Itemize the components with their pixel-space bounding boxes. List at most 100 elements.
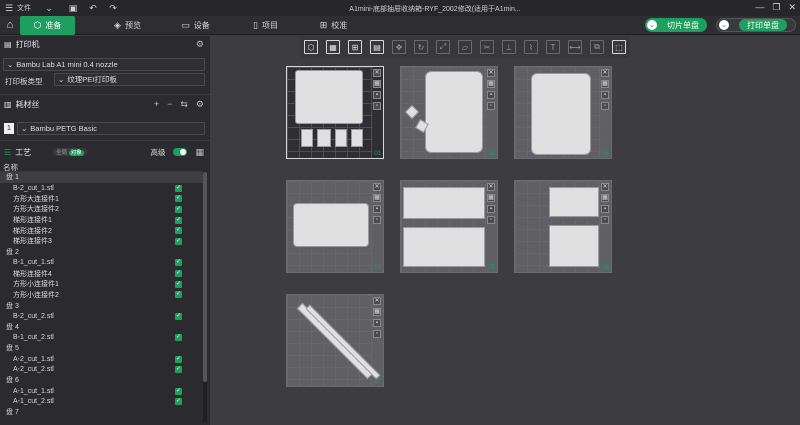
lock-icon[interactable]: ▪: [373, 91, 381, 99]
plate-7[interactable]: ✕ ▦ ▪ ▫ 07: [286, 294, 384, 387]
check-icon[interactable]: ✓: [175, 291, 182, 299]
seam-icon[interactable]: ⌇: [524, 40, 538, 54]
object-row[interactable]: 方形小连接件1 ✓: [0, 279, 203, 290]
file-menu[interactable]: 文件: [17, 3, 31, 13]
filament-select[interactable]: ⌄ Bambu PETG Basic: [17, 122, 205, 135]
object-row[interactable]: 梯形连接件2 ✓: [0, 225, 203, 236]
undo-icon[interactable]: ↶: [87, 2, 99, 14]
check-icon[interactable]: ✓: [175, 195, 182, 203]
close-icon[interactable]: ✕: [373, 183, 381, 191]
object-row[interactable]: B-2_cut_1.stl ✓: [0, 183, 203, 194]
check-icon[interactable]: ✓: [175, 398, 182, 406]
check-icon[interactable]: ✓: [175, 205, 182, 213]
printer-select[interactable]: ⌄ Bambu Lab A1 mini 0.4 nozzle: [3, 58, 205, 71]
check-icon[interactable]: ✓: [175, 237, 182, 245]
object-row[interactable]: 方形大连接件1 ✓: [0, 193, 203, 204]
check-icon[interactable]: ✓: [175, 387, 182, 395]
save-icon[interactable]: ▣: [67, 2, 79, 14]
grid-icon[interactable]: ▦: [326, 40, 340, 54]
check-icon[interactable]: ✓: [175, 312, 182, 320]
plate-type-select[interactable]: ⌄ 纹理PEI打印板: [54, 73, 205, 86]
close-icon[interactable]: ✕: [487, 69, 495, 77]
object-row[interactable]: B-2_cut_2.stl ✓: [0, 311, 203, 322]
tab-prepare[interactable]: ⬡ 准备: [20, 16, 75, 35]
plate-group-row[interactable]: 盘 7: [0, 407, 203, 418]
arrange-icon[interactable]: ⊞: [348, 40, 362, 54]
object-row[interactable]: 梯形连接件4 ✓: [0, 268, 203, 279]
tab-device[interactable]: ▭ 设备: [168, 16, 223, 35]
tree-scrollbar[interactable]: [203, 172, 207, 422]
lock-icon[interactable]: ▪: [601, 91, 609, 99]
slice-plate-button[interactable]: ⌄ 切片单盘: [645, 18, 707, 32]
plate-1[interactable]: ✕ ▦ ▪ ▫ 01: [286, 66, 384, 159]
chevron-down-icon[interactable]: ⌄: [719, 20, 729, 30]
settings-icon[interactable]: ▫: [487, 216, 495, 224]
chevron-down-icon[interactable]: ⌄: [43, 2, 55, 14]
arrange-icon[interactable]: ▦: [373, 308, 381, 316]
orient-icon[interactable]: ▤: [370, 40, 384, 54]
arrange-icon[interactable]: ▦: [601, 80, 609, 88]
add-icon[interactable]: +: [154, 99, 159, 110]
object-row[interactable]: A-2_cut_1.stl ✓: [0, 354, 203, 365]
close-icon[interactable]: ✕: [788, 2, 796, 13]
print-plate-button[interactable]: ⌄ 打印单盘: [716, 18, 796, 32]
arrange-icon[interactable]: ▦: [373, 80, 381, 88]
lock-icon[interactable]: ▪: [487, 91, 495, 99]
cut-icon[interactable]: ✂: [480, 40, 494, 54]
rotate-icon[interactable]: ↻: [414, 40, 428, 54]
object-row[interactable]: 梯形连接件3 ✓: [0, 236, 203, 247]
settings-icon[interactable]: ⚙: [196, 99, 204, 110]
plate-group-row[interactable]: 盘 6: [0, 375, 203, 386]
arrange-icon[interactable]: ▦: [487, 80, 495, 88]
check-icon[interactable]: ✓: [175, 184, 182, 192]
object-row[interactable]: 方形大连接件2 ✓: [0, 204, 203, 215]
redo-icon[interactable]: ↷: [107, 2, 119, 14]
settings-icon[interactable]: ▫: [487, 102, 495, 110]
home-icon[interactable]: ⌂: [4, 19, 16, 31]
object-row[interactable]: A-1_cut_1.stl ✓: [0, 386, 203, 397]
chevron-down-icon[interactable]: ⌄: [647, 20, 657, 30]
plate-2[interactable]: ✕ ▦ ▪ ▫ 02: [400, 66, 498, 159]
restore-icon[interactable]: ❐: [772, 2, 780, 13]
plate-4[interactable]: ✕ ▦ ▪ ▫ 04: [286, 180, 384, 273]
object-row[interactable]: B-1_cut_2.stl ✓: [0, 332, 203, 343]
check-icon[interactable]: ✓: [175, 259, 182, 267]
tab-calibration[interactable]: ⊞ 校准: [306, 16, 361, 35]
table-icon[interactable]: ▦: [195, 147, 204, 158]
settings-icon[interactable]: ▫: [373, 102, 381, 110]
plate-group-row[interactable]: 盘 3: [0, 300, 203, 311]
lock-icon[interactable]: ▪: [487, 205, 495, 213]
close-icon[interactable]: ✕: [601, 69, 609, 77]
settings-icon[interactable]: ▫: [601, 102, 609, 110]
support-icon[interactable]: ⊥: [502, 40, 516, 54]
close-icon[interactable]: ✕: [373, 69, 381, 77]
lay-flat-icon[interactable]: ▱: [458, 40, 472, 54]
assemble-icon[interactable]: ⧉: [590, 40, 604, 54]
plate-group-row[interactable]: 盘 1: [0, 172, 203, 183]
check-icon[interactable]: ✓: [175, 366, 182, 374]
sync-icon[interactable]: ⇆: [180, 99, 188, 110]
plate-group-row[interactable]: 盘 5: [0, 343, 203, 354]
plate-group-row[interactable]: 盘 4: [0, 322, 203, 333]
explode-icon[interactable]: ⬚: [612, 40, 626, 54]
check-icon[interactable]: ✓: [175, 355, 182, 363]
object-row[interactable]: 方形小连接件2 ✓: [0, 290, 203, 301]
tab-preview[interactable]: ◈ 预览: [100, 16, 155, 35]
scrollbar-thumb[interactable]: [203, 172, 207, 382]
scope-switch[interactable]: 全局 对象: [53, 148, 87, 156]
object-row[interactable]: B-1_cut_1.stl ✓: [0, 258, 203, 269]
plate-group-row[interactable]: 盘 2: [0, 247, 203, 258]
add-plate-icon[interactable]: ⬡: [304, 40, 318, 54]
minimize-icon[interactable]: —: [755, 2, 764, 13]
scale-icon[interactable]: ⤢: [436, 40, 450, 54]
measure-icon[interactable]: ⟷: [568, 40, 582, 54]
tab-project[interactable]: ▯ 项目: [238, 16, 293, 35]
text-icon[interactable]: T: [546, 40, 560, 54]
check-icon[interactable]: ✓: [175, 280, 182, 288]
settings-icon[interactable]: ▫: [373, 216, 381, 224]
remove-icon[interactable]: −: [167, 99, 172, 110]
close-icon[interactable]: ✕: [487, 183, 495, 191]
lock-icon[interactable]: ▪: [373, 205, 381, 213]
settings-icon[interactable]: ▫: [373, 330, 381, 338]
check-icon[interactable]: ✓: [175, 227, 182, 235]
